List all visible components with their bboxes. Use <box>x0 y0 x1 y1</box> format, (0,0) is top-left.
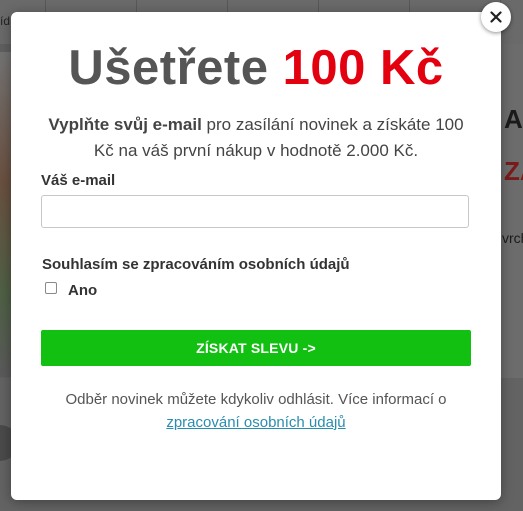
close-icon <box>490 11 502 23</box>
consent-checkbox[interactable] <box>45 282 57 294</box>
consent-title: Souhlasím se zpracováním osobních údajů <box>42 256 350 273</box>
newsletter-modal: Ušetřete 100 Kč Vyplňte svůj e-mail pro … <box>11 12 501 500</box>
title-main: Ušetřete <box>68 41 283 95</box>
background-text: íd <box>0 14 11 28</box>
intro-text: Vyplňte svůj e-mail pro zasílání novinek… <box>41 112 471 164</box>
intro-bold: Vyplňte svůj e-mail <box>48 115 202 134</box>
get-discount-button[interactable]: ZÍSKAT SLEVU -> <box>41 330 471 366</box>
background-banner-text: AM <box>504 104 523 134</box>
privacy-link[interactable]: zpracování osobních údajů <box>166 414 345 431</box>
modal-title: Ušetřete 100 Kč <box>11 40 501 96</box>
email-label: Váš e-mail <box>41 172 116 189</box>
email-field[interactable] <box>41 195 469 228</box>
footer-note: Odběr novinek můžete kdykoliv odhlásit. … <box>65 391 447 408</box>
consent-checkbox-label[interactable]: Ano <box>68 282 97 299</box>
background-banner: AM ZA vrch <box>500 44 523 379</box>
background-banner-text: ZA <box>504 156 523 186</box>
title-accent: 100 Kč <box>282 41 444 95</box>
footer-text: Odběr novinek můžete kdykoliv odhlásit. … <box>41 388 471 434</box>
close-button[interactable] <box>481 2 511 32</box>
background-banner-text: vrch <box>502 230 523 246</box>
